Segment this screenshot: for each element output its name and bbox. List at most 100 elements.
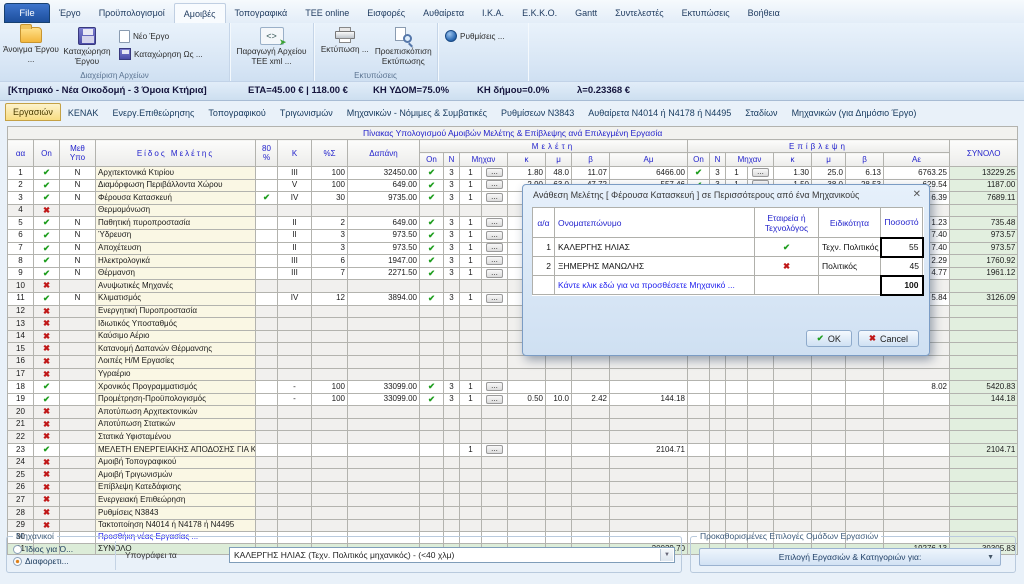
tab-Τριγωνισμών[interactable]: Τριγωνισμών (273, 105, 340, 121)
work-name-r15[interactable]: Κατανομή Δαπανών Θέρμανσης (96, 343, 256, 356)
settings-button[interactable]: Ρυθμίσεις ... (441, 29, 509, 43)
work-name-r16[interactable]: Λοιπές Η/Μ Εργασίες (96, 355, 256, 368)
menu-item-Εκτυπώσεις[interactable]: Εκτυπώσεις (673, 3, 739, 23)
m-assign-button-r7[interactable]: ... (482, 242, 508, 255)
new-project-button[interactable]: Νέο Έργο (115, 29, 207, 44)
m-on-toggle-r1[interactable]: ✔ (420, 167, 444, 180)
menu-item-TEE online[interactable]: TEE online (296, 3, 358, 23)
m-on-toggle-r18[interactable]: ✔ (420, 381, 444, 394)
m-on-toggle-r19[interactable]: ✔ (420, 393, 444, 406)
m-assign-button-r1[interactable]: ... (482, 167, 508, 180)
on-toggle-r18[interactable]: ✔ (34, 381, 60, 394)
dlg-add-engineer-link[interactable]: Κάντε κλικ εδώ για να προσθέσετε Μηχανικ… (555, 276, 755, 295)
dlg-engineer-name-2[interactable]: ΞΗΜΕΡΗΣ ΜΑΝΩΛΗΣ (555, 257, 755, 276)
on-toggle-r23[interactable]: ✔ (34, 444, 60, 457)
print-preview-button[interactable]: Προεπισκόπιση Εκτύπωσης (373, 25, 434, 69)
dlg-percent-input-1[interactable]: 55 (881, 238, 923, 257)
work-name-r3[interactable]: Φέρουσα Κατασκευή (96, 192, 256, 205)
print-button[interactable]: Εκτύπωση ... (317, 25, 373, 69)
menu-item-Τοπογραφικά[interactable]: Τοπογραφικά (226, 3, 297, 23)
cancel-button[interactable]: ✖ Cancel (858, 330, 919, 347)
on-toggle-r21[interactable]: ✖ (34, 418, 60, 431)
close-icon[interactable]: ✕ (913, 189, 921, 200)
work-name-r1[interactable]: Αρχιτεκτονικά Κτιρίου (96, 167, 256, 180)
work-name-r20[interactable]: Αποτύπωση Αρχιτεκτονικών (96, 406, 256, 419)
work-name-r11[interactable]: Κλιματισμός (96, 292, 256, 305)
m-assign-button-r9[interactable]: ... (482, 267, 508, 280)
work-name-r12[interactable]: Ενεργητική Πυροπροστασία (96, 305, 256, 318)
on-toggle-r10[interactable]: ✖ (34, 280, 60, 293)
on-toggle-r4[interactable]: ✖ (34, 204, 60, 217)
file-menu-button[interactable]: File (4, 3, 50, 23)
on-toggle-r19[interactable]: ✔ (34, 393, 60, 406)
tab-Τοπογραφικού[interactable]: Τοπογραφικού (201, 105, 272, 121)
on-toggle-r5[interactable]: ✔ (34, 217, 60, 230)
e-on-toggle-r1[interactable]: ✔ (688, 167, 710, 180)
work-name-r24[interactable]: Αμοιβή Τοπογραφικού (96, 456, 256, 469)
m-on-toggle-r5[interactable]: ✔ (420, 217, 444, 230)
work-name-r28[interactable]: Ρυθμίσεις Ν3843 (96, 507, 256, 520)
tab-Μηχανικών - Νόμιμες & Συμβατικές[interactable]: Μηχανικών - Νόμιμες & Συμβατικές (340, 105, 494, 121)
m-assign-button-r18[interactable]: ... (482, 381, 508, 394)
menu-item-Αυθαίρετα[interactable]: Αυθαίρετα (414, 3, 473, 23)
m-on-toggle-r7[interactable]: ✔ (420, 242, 444, 255)
tab-Ρυθμίσεων Ν3843[interactable]: Ρυθμίσεων Ν3843 (494, 105, 581, 121)
work-name-r7[interactable]: Αποχέτευση (96, 242, 256, 255)
m-on-toggle-r2[interactable]: ✔ (420, 179, 444, 192)
work-name-r6[interactable]: Ύδρευση (96, 229, 256, 242)
on-toggle-r8[interactable]: ✔ (34, 255, 60, 268)
on-toggle-r29[interactable]: ✖ (34, 519, 60, 532)
e-assign-button-r1[interactable]: ... (748, 167, 774, 180)
dlg-company-toggle-2[interactable]: ✖ (755, 257, 819, 276)
on-toggle-r27[interactable]: ✖ (34, 494, 60, 507)
on-toggle-r24[interactable]: ✖ (34, 456, 60, 469)
m-on-toggle-r3[interactable]: ✔ (420, 192, 444, 205)
save-as-button[interactable]: Καταχώρηση Ως ... (115, 47, 207, 61)
m-assign-button-r19[interactable]: ... (482, 393, 508, 406)
work-name-r18[interactable]: Χρονικός Προγραμματισμός (96, 381, 256, 394)
on-toggle-r12[interactable]: ✖ (34, 305, 60, 318)
on-toggle-r3[interactable]: ✔ (34, 192, 60, 205)
m-on-toggle-r8[interactable]: ✔ (420, 255, 444, 268)
work-name-r14[interactable]: Καύσιμο Αέριο (96, 330, 256, 343)
open-project-button[interactable]: Άνοιγμα Έργου ... (3, 25, 59, 69)
work-name-r23[interactable]: ΜΕΛΕΤΗ ΕΝΕΡΓΕΙΑΚΗΣ ΑΠΟΔΟΣΗΣ ΓΙΑ ΚΤΙΡΙΑ (96, 444, 256, 457)
menu-item-Προϋπολογισμοί[interactable]: Προϋπολογισμοί (90, 3, 174, 23)
dlg-percent-input-2[interactable]: 45 (881, 257, 923, 276)
menu-item-Gantt[interactable]: Gantt (566, 3, 606, 23)
menu-item-Βοήθεια[interactable]: Βοήθεια (739, 3, 789, 23)
menu-item-Ι.Κ.Α.[interactable]: Ι.Κ.Α. (473, 3, 513, 23)
work-name-r19[interactable]: Προμέτρηση-Προϋπολογισμός (96, 393, 256, 406)
chevron-down-icon[interactable]: ▼ (660, 549, 673, 561)
save-project-button[interactable]: Καταχώρηση Έργου (59, 25, 115, 69)
on-toggle-r11[interactable]: ✔ (34, 292, 60, 305)
work-name-r4[interactable]: Θερμομόνωση (96, 204, 256, 217)
tab-Αυθαίρετα Ν4014 ή Ν4178 ή Ν4495[interactable]: Αυθαίρετα Ν4014 ή Ν4178 ή Ν4495 (581, 105, 738, 121)
radio-different[interactable]: Διαφορετι... (13, 555, 73, 567)
work-name-r26[interactable]: Επίβλεψη Κατεδάφισης (96, 481, 256, 494)
tab-Σταδίων[interactable]: Σταδίων (738, 105, 784, 121)
menu-item-Συντελεστές[interactable]: Συντελεστές (606, 3, 673, 23)
on-toggle-r7[interactable]: ✔ (34, 242, 60, 255)
on-toggle-r13[interactable]: ✖ (34, 318, 60, 331)
on-toggle-r20[interactable]: ✖ (34, 406, 60, 419)
on-toggle-r26[interactable]: ✖ (34, 481, 60, 494)
on-toggle-r14[interactable]: ✖ (34, 330, 60, 343)
work-name-r9[interactable]: Θέρμανση (96, 267, 256, 280)
engineer-combobox[interactable]: ΚΑΛΕΡΓΗΣ ΗΛΙΑΣ (Τεχν. Πολιτικός μηχανικό… (229, 547, 675, 563)
m-assign-button-r3[interactable]: ... (482, 192, 508, 205)
on-toggle-r25[interactable]: ✖ (34, 469, 60, 482)
m-assign-button-r8[interactable]: ... (482, 255, 508, 268)
tee-xml-button[interactable]: <> Παραγωγή Αρχείου ΤΕΕ xml ... (236, 25, 308, 69)
tab-Ενεργ.Επιθεώρησης[interactable]: Ενεργ.Επιθεώρησης (105, 105, 201, 121)
m-assign-button-r6[interactable]: ... (482, 229, 508, 242)
on-toggle-r2[interactable]: ✔ (34, 179, 60, 192)
m-assign-button-r2[interactable]: ... (482, 179, 508, 192)
work-name-r5[interactable]: Παθητική πυροπροστασία (96, 217, 256, 230)
m-assign-button-r23[interactable]: ... (482, 444, 508, 457)
radio-same-for-all[interactable]: Ίδιος για Ό... (13, 543, 73, 555)
menu-item-Αμοιβές[interactable]: Αμοιβές (174, 3, 226, 23)
work-name-r17[interactable]: Υγραέριο (96, 368, 256, 381)
on-toggle-r28[interactable]: ✖ (34, 507, 60, 520)
work-name-r10[interactable]: Ανυψωτικές Μηχανές (96, 280, 256, 293)
